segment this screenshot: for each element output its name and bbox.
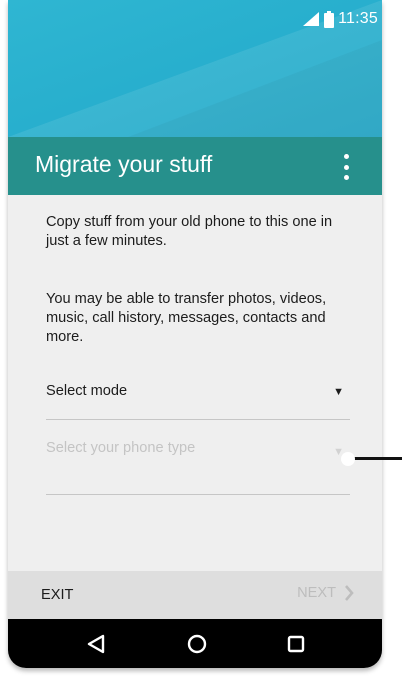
button-bar: EXIT NEXT	[8, 571, 382, 619]
menu-dot	[343, 164, 349, 170]
menu-dot	[343, 175, 349, 180]
header-hero: 11:35	[8, 0, 382, 137]
battery-icon	[324, 10, 335, 28]
next-button[interactable]: NEXT	[297, 585, 354, 601]
intro-text: Copy stuff from your old phone to this o…	[46, 214, 333, 249]
callout-pointer-dot	[341, 452, 355, 466]
select-mode-dropdown[interactable]: Select mode ▼	[46, 375, 350, 420]
signal-icon	[303, 12, 320, 26]
select-mode-label: Select mode	[46, 383, 128, 399]
next-button-label: NEXT	[297, 585, 336, 601]
home-icon[interactable]	[186, 633, 208, 655]
select-phone-type-placeholder: Select your phone type	[46, 440, 196, 456]
exit-button[interactable]: EXIT	[41, 587, 73, 603]
select-phone-type-dropdown[interactable]: Select your phone type ▼	[46, 440, 350, 495]
phone-screen: 11:35 Migrate your stuff Copy stuff from…	[8, 0, 382, 668]
recents-icon[interactable]	[285, 633, 307, 655]
more-vert-icon[interactable]	[338, 154, 354, 180]
app-bar: Migrate your stuff	[8, 137, 382, 195]
chevron-right-icon	[345, 585, 354, 601]
screenshot-stage: 11:35 Migrate your stuff Copy stuff from…	[0, 0, 402, 689]
menu-dot	[343, 154, 349, 159]
status-bar: 11:35	[302, 10, 378, 28]
transfer-info-text: You may be able to transfer photos, vide…	[46, 291, 327, 345]
dropdown-arrow-icon: ▼	[333, 386, 344, 398]
status-time: 11:35	[338, 10, 378, 27]
page-title: Migrate your stuff	[35, 151, 213, 177]
main-content: Copy stuff from your old phone to this o…	[8, 195, 382, 571]
callout-pointer-line	[352, 457, 402, 460]
back-icon[interactable]	[85, 633, 107, 655]
system-nav-bar	[8, 619, 382, 668]
